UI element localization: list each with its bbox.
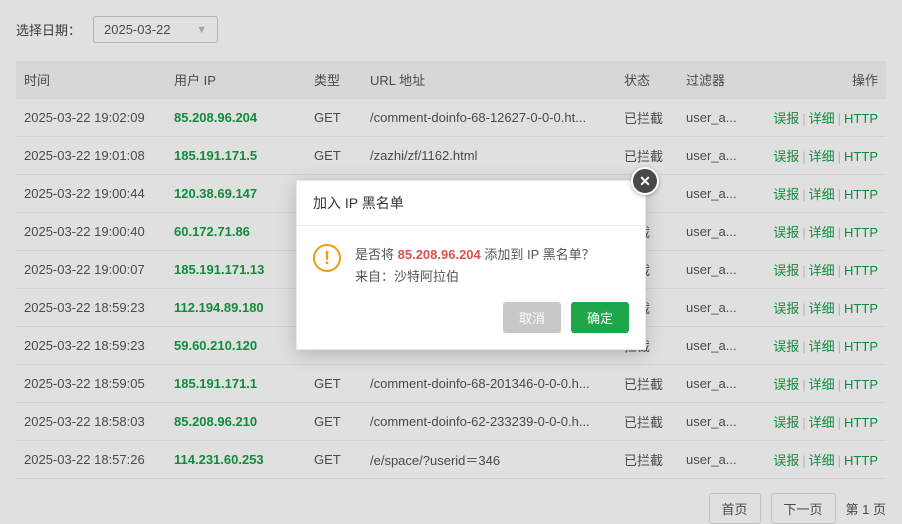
cancel-button[interactable]: 取消 — [503, 302, 561, 333]
close-icon[interactable]: ✕ — [631, 167, 659, 195]
warning-icon: ! — [313, 244, 341, 272]
modal-title: 加入 IP 黑名单 — [313, 195, 404, 211]
confirm-suffix: 添加到 IP 黑名单？ — [481, 247, 595, 262]
ok-button[interactable]: 确定 — [571, 302, 629, 333]
blacklist-modal: 加入 IP 黑名单 ✕ ! 是否将 85.208.96.204 添加到 IP 黑… — [296, 180, 646, 350]
modal-header: 加入 IP 黑名单 ✕ — [297, 181, 645, 226]
modal-text: 是否将 85.208.96.204 添加到 IP 黑名单？ 来自：沙特阿拉伯 — [355, 244, 595, 288]
confirm-ip: 85.208.96.204 — [398, 247, 481, 262]
origin-value: 沙特阿拉伯 — [394, 269, 459, 284]
confirm-prefix: 是否将 — [355, 247, 398, 262]
origin-label: 来自： — [355, 269, 394, 284]
